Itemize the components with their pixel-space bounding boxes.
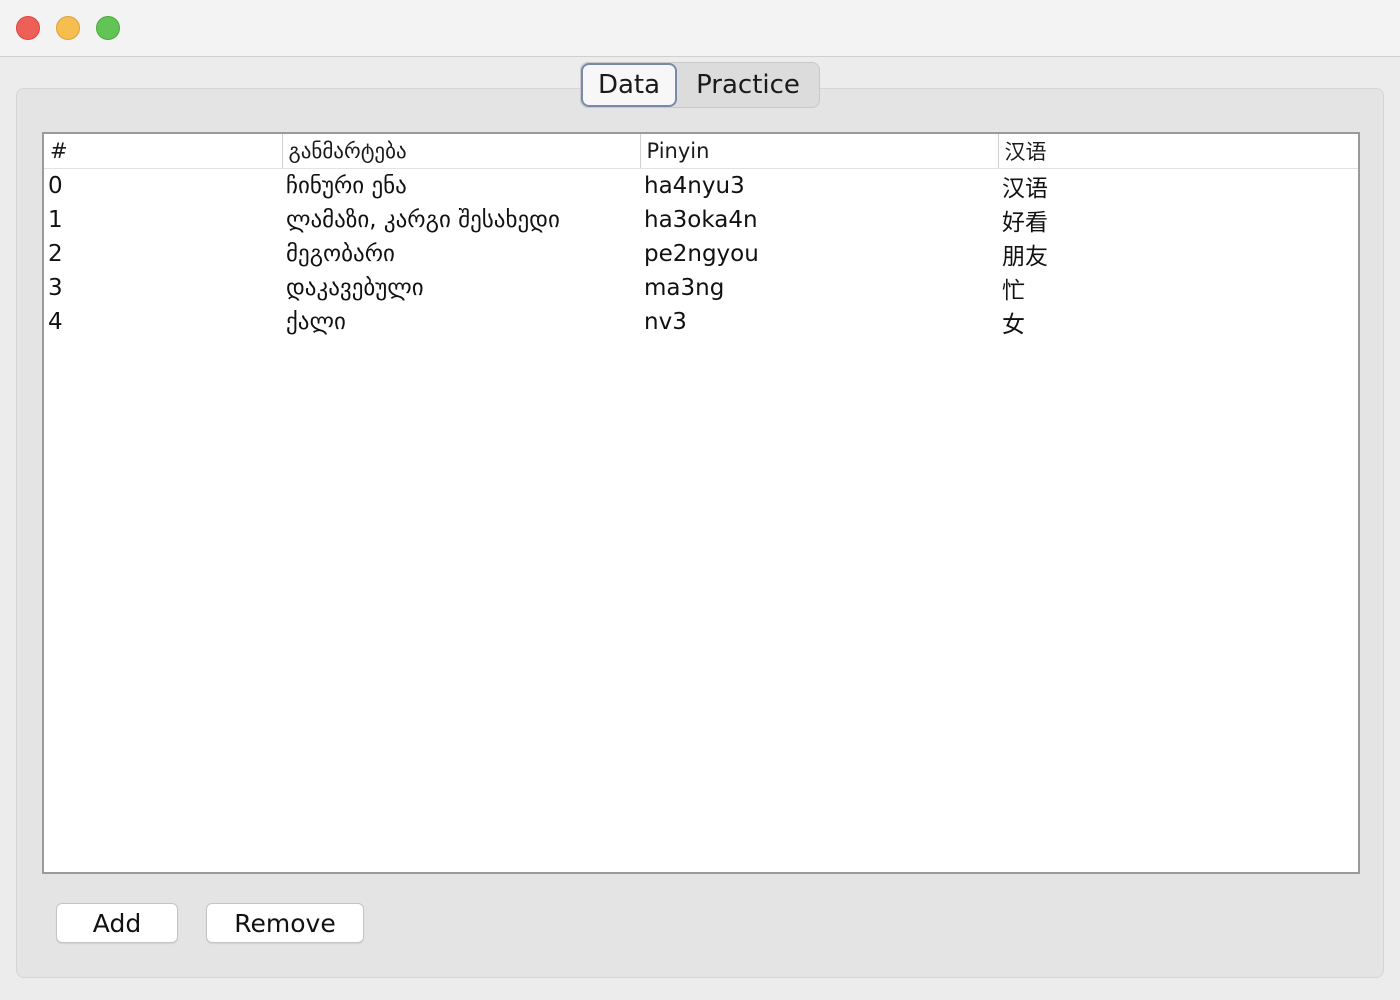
minimize-icon[interactable] [56, 16, 80, 40]
app-window: Data Practice # განმარტება Pinyin 汉语 0 ჩ… [0, 0, 1400, 1000]
add-button[interactable]: Add [56, 903, 178, 943]
vocabulary-table-scroll-pane[interactable]: # განმარტება Pinyin 汉语 0 ჩინური ენა ha4n… [42, 132, 1360, 874]
vocabulary-table: # განმარტება Pinyin 汉语 0 ჩინური ენა ha4n… [44, 134, 1358, 339]
table-header-row: # განმარტება Pinyin 汉语 [44, 134, 1358, 169]
column-header-pinyin[interactable]: Pinyin [639, 134, 998, 169]
table-row[interactable]: 2 მეგობარი pe2ngyou 朋友 [44, 237, 1358, 271]
tab-practice[interactable]: Practice [677, 63, 819, 107]
cell-hanyu[interactable]: 汉语 [998, 169, 1358, 204]
table-row[interactable]: 0 ჩინური ენა ha4nyu3 汉语 [44, 169, 1358, 204]
cell-index[interactable]: 0 [44, 169, 282, 204]
tab-bar: Data Practice [580, 62, 820, 108]
column-header-index[interactable]: # [44, 134, 282, 169]
cell-hanyu[interactable]: 女 [998, 305, 1358, 339]
table-row[interactable]: 1 ლამაზი, კარგი შესახედი ha3oka4n 好看 [44, 203, 1358, 237]
cell-pinyin[interactable]: nv3 [640, 305, 998, 339]
zoom-icon[interactable] [96, 16, 120, 40]
title-bar [0, 0, 1400, 57]
cell-definition[interactable]: დაკავებული [282, 271, 640, 305]
cell-pinyin[interactable]: pe2ngyou [640, 237, 998, 271]
column-header-hanyu[interactable]: 汉语 [997, 134, 1358, 169]
cell-hanyu[interactable]: 忙 [998, 271, 1358, 305]
cell-definition[interactable]: ქალი [282, 305, 640, 339]
table-row[interactable]: 3 დაკავებული ma3ng 忙 [44, 271, 1358, 305]
cell-hanyu[interactable]: 朋友 [998, 237, 1358, 271]
tab-data[interactable]: Data [581, 63, 677, 107]
cell-index[interactable]: 1 [44, 203, 282, 237]
close-icon[interactable] [16, 16, 40, 40]
column-header-definition[interactable]: განმარტება [281, 134, 640, 169]
cell-index[interactable]: 4 [44, 305, 282, 339]
cell-pinyin[interactable]: ha4nyu3 [640, 169, 998, 204]
cell-definition[interactable]: ჩინური ენა [282, 169, 640, 204]
cell-index[interactable]: 3 [44, 271, 282, 305]
remove-button[interactable]: Remove [206, 903, 364, 943]
cell-index[interactable]: 2 [44, 237, 282, 271]
cell-hanyu[interactable]: 好看 [998, 203, 1358, 237]
cell-pinyin[interactable]: ha3oka4n [640, 203, 998, 237]
cell-definition[interactable]: მეგობარი [282, 237, 640, 271]
cell-pinyin[interactable]: ma3ng [640, 271, 998, 305]
cell-definition[interactable]: ლამაზი, კარგი შესახედი [282, 203, 640, 237]
table-row[interactable]: 4 ქალი nv3 女 [44, 305, 1358, 339]
